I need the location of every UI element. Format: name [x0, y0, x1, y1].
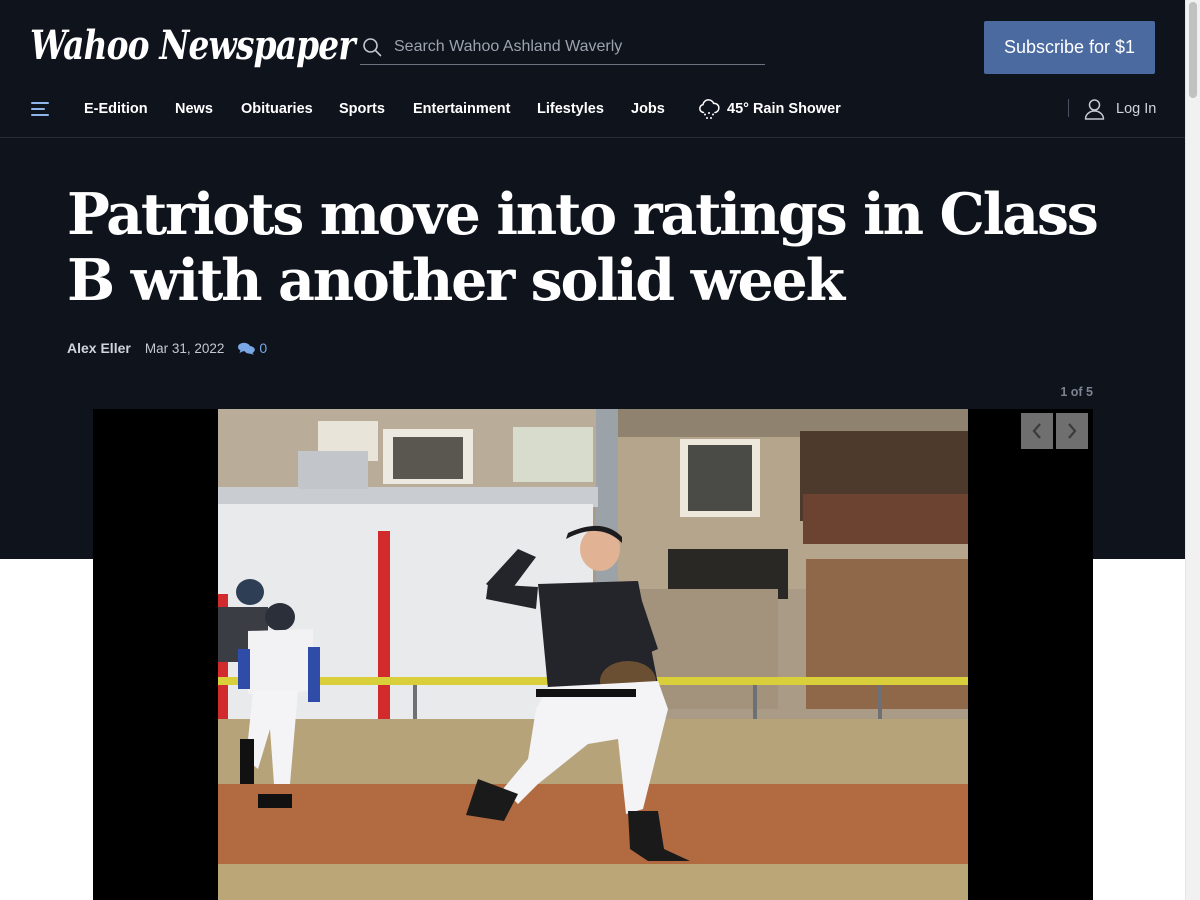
- subscribe-button[interactable]: Subscribe for $1: [984, 21, 1155, 74]
- gallery-counter: 1 of 5: [1060, 385, 1093, 399]
- search-icon: [363, 37, 382, 56]
- gallery-photo[interactable]: [218, 409, 968, 900]
- comment-count: 0: [259, 340, 268, 356]
- site-logo[interactable]: Wahoo Newspaper: [30, 18, 356, 74]
- login-link[interactable]: Log In: [1084, 97, 1156, 121]
- scrollbar-thumb[interactable]: [1189, 2, 1197, 98]
- rain-cloud-icon: [699, 99, 720, 119]
- photo-gallery: [93, 409, 1093, 900]
- nav-item-sports[interactable]: Sports: [339, 100, 385, 118]
- nav-item-e-edition[interactable]: E-Edition: [84, 100, 148, 118]
- search-input[interactable]: [394, 37, 754, 56]
- nav-divider: [1068, 99, 1069, 117]
- publish-date: Mar 31, 2022: [144, 340, 225, 356]
- main-nav: E-Edition News Obituaries Sports Enterta…: [0, 88, 1185, 138]
- user-icon: [1084, 99, 1105, 120]
- nav-item-jobs[interactable]: Jobs: [631, 100, 665, 118]
- gallery-next-button[interactable]: [1056, 413, 1088, 449]
- login-label: Log In: [1116, 101, 1157, 117]
- nav-item-entertainment[interactable]: Entertainment: [413, 100, 511, 118]
- comments-icon: [238, 342, 256, 355]
- page-scrollbar[interactable]: [1185, 0, 1200, 900]
- hamburger-menu-icon[interactable]: [31, 100, 49, 118]
- nav-item-news[interactable]: News: [175, 100, 213, 118]
- gallery-prev-button[interactable]: [1021, 413, 1053, 449]
- search-bar[interactable]: [360, 29, 765, 65]
- nav-item-lifestyles[interactable]: Lifestyles: [537, 100, 604, 118]
- nav-item-obituaries[interactable]: Obituaries: [241, 100, 313, 118]
- author-link[interactable]: Alex Eller: [67, 340, 131, 356]
- article-headline: Patriots move into ratings in Class B wi…: [67, 181, 1099, 314]
- chevron-right-icon: [1068, 423, 1077, 439]
- weather-text: 45° Rain Shower: [727, 101, 841, 117]
- comments-link[interactable]: 0: [238, 340, 267, 356]
- byline: Alex Eller Mar 31, 2022 0: [67, 340, 267, 356]
- page: Wahoo Newspaper Subscribe for $1 E-Editi…: [0, 0, 1185, 900]
- chevron-left-icon: [1032, 423, 1041, 439]
- weather-widget[interactable]: 45° Rain Shower: [697, 96, 841, 122]
